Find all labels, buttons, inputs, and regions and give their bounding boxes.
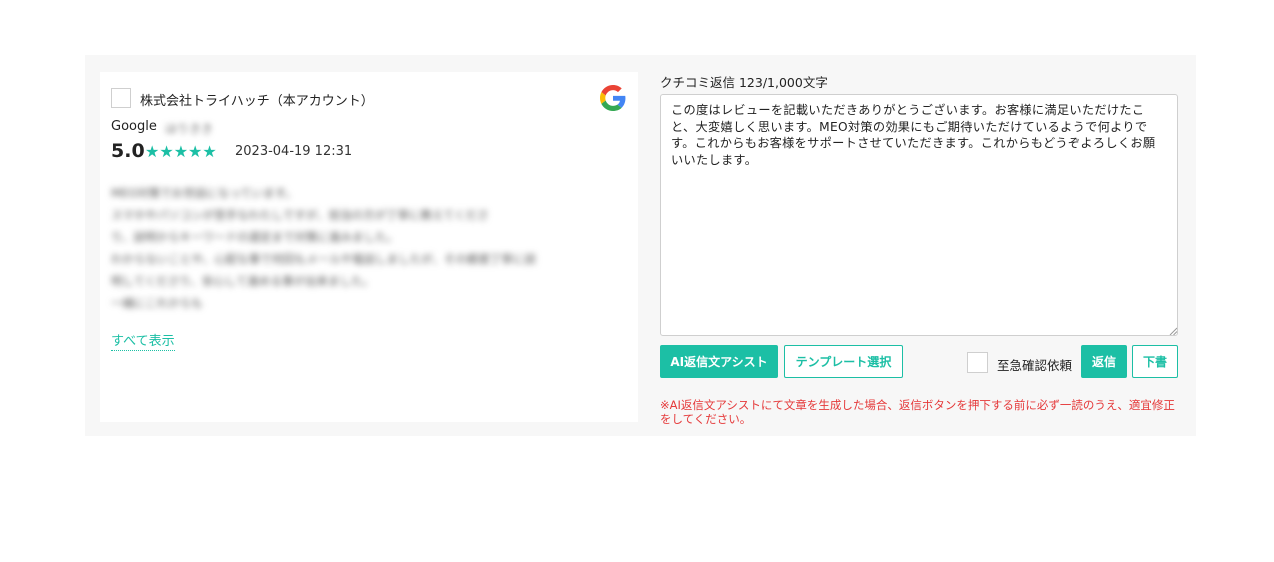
urgent-checkbox[interactable]: [967, 352, 988, 373]
account-name: 株式会社トライハッチ（本アカウント）: [140, 94, 374, 109]
review-body-line: 明してくださり、安心して進める事が出来ました。: [111, 274, 375, 288]
review-body-line: わからないことや、心配な事で何回もメールや電話しましたが、その都度丁寧に説: [111, 252, 536, 266]
review-body-line: 一緒にこれからも: [111, 296, 203, 310]
review-platform: Google: [111, 119, 157, 134]
review-body-line: り、説明からキーワードの選定まで対策に進みました。: [111, 230, 399, 244]
send-reply-button[interactable]: 返信: [1081, 345, 1127, 378]
review-card: 株式会社トライハッチ（本アカウント） Google ほりきき 5.0 ★★★★★…: [100, 72, 638, 422]
reviewer-name: ほりきき: [165, 122, 214, 136]
review-panel: 株式会社トライハッチ（本アカウント） Google ほりきき 5.0 ★★★★★…: [85, 55, 1196, 436]
review-date: 2023-04-19 12:31: [235, 144, 353, 159]
ai-assist-button[interactable]: AI返信文アシスト: [660, 345, 778, 378]
reply-textarea[interactable]: この度はレビューを記載いただきありがとうございます。お客様に満足いただけたこと、…: [660, 94, 1178, 336]
template-select-button[interactable]: テンプレート選択: [784, 345, 903, 378]
resize-grip-icon[interactable]: [1169, 327, 1177, 335]
account-checkbox[interactable]: [111, 88, 131, 108]
review-body-line: スマホやパソコンが苦手なわたしですが、担当の方が丁寧に教えてくださ: [111, 208, 489, 222]
google-g-logo-icon: [600, 85, 626, 111]
review-body-line: MEO対策でお世話になっています。: [111, 186, 297, 200]
rating-value: 5.0: [111, 140, 145, 162]
show-all-link[interactable]: すべて表示: [111, 330, 175, 351]
reply-label: クチコミ返信 123/1,000文字: [660, 75, 828, 90]
rating-stars-icon: ★★★★★: [145, 142, 217, 161]
urgent-label: 至急確認依頼: [997, 358, 1073, 373]
ai-warning-note: ※AI返信文アシストにて文章を生成した場合、返信ボタンを押下する前に必ず一読のう…: [660, 398, 1175, 426]
save-draft-button[interactable]: 下書: [1132, 345, 1178, 378]
review-body: MEO対策でお世話になっています。 スマホやパソコンが苦手なわたしですが、担当の…: [111, 182, 631, 314]
